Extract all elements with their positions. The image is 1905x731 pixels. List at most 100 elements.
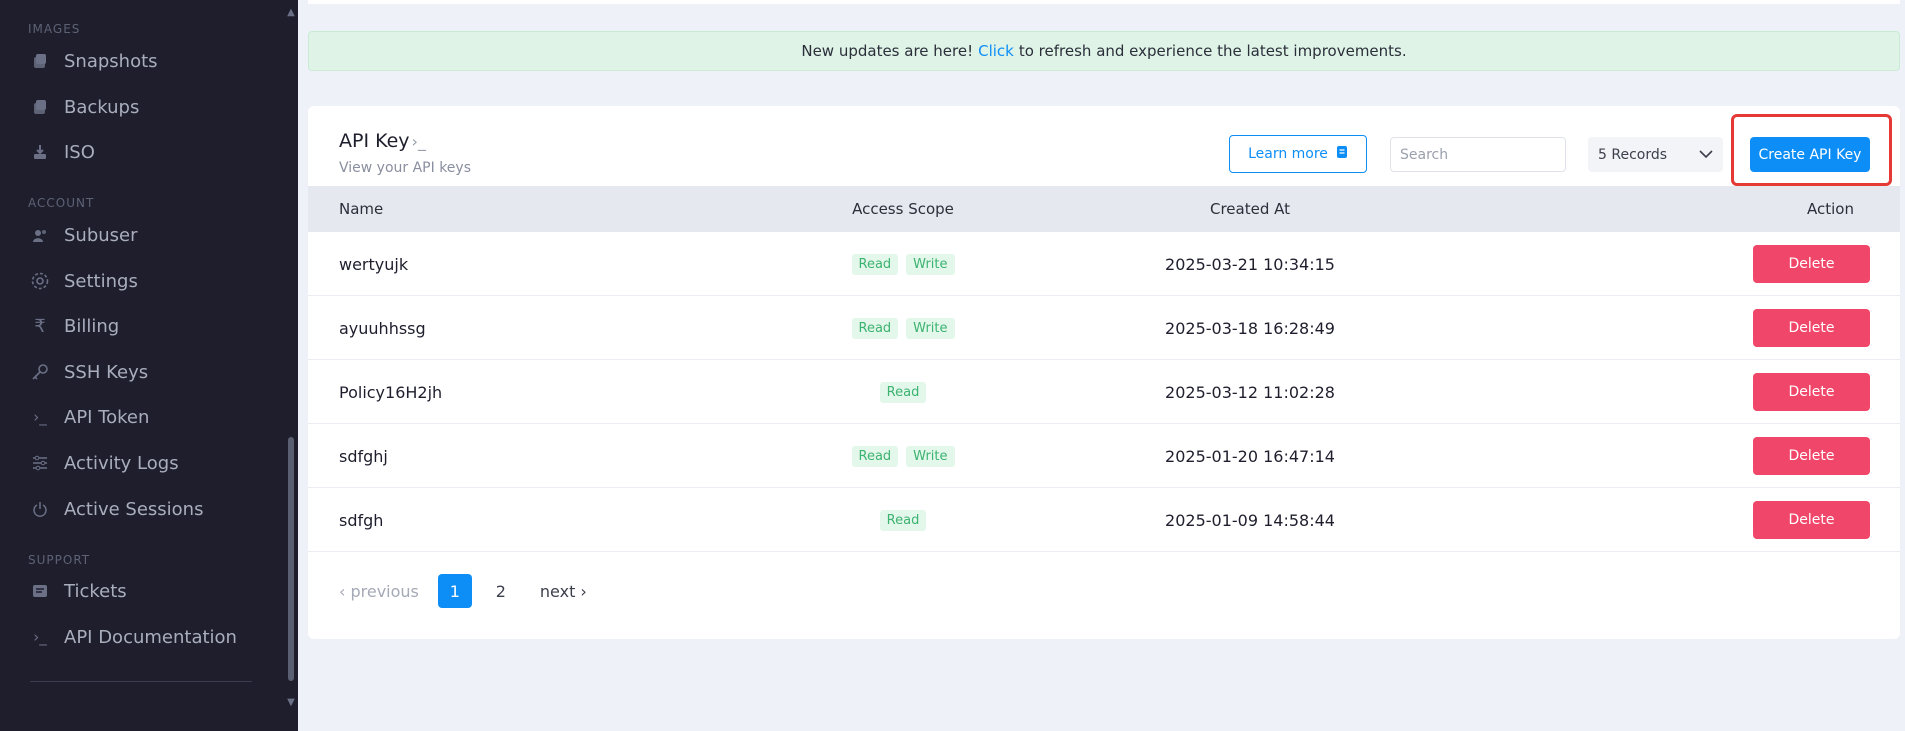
table-row: sdfghj Read Write 2025-01-20 16:47:14 De…	[308, 424, 1900, 488]
scope-badge-read: Read	[879, 509, 927, 531]
banner-text-after: to refresh and experience the latest imp…	[1018, 42, 1407, 60]
iso-icon	[28, 140, 52, 164]
page-1-button[interactable]: 1	[437, 574, 472, 608]
created-at: 2025-03-12 11:02:28	[1165, 382, 1335, 402]
terminal-icon: ›_	[33, 408, 47, 426]
sidebar-item-backups[interactable]: Backups	[28, 87, 139, 127]
created-at: 2025-03-21 10:34:15	[1165, 254, 1335, 274]
sidebar-item-ssh-keys[interactable]: SSH Keys	[28, 352, 148, 392]
sidebar-item-api-token[interactable]: ›_ API Token	[28, 397, 149, 437]
access-scope: Read Write	[770, 232, 1036, 296]
update-banner: New updates are here! Click to refresh a…	[308, 31, 1900, 71]
created-at: 2025-03-18 16:28:49	[1165, 318, 1335, 338]
table-header: Name Access Scope Created At Action	[308, 186, 1900, 232]
key-name: sdfghj	[339, 446, 388, 466]
scope-badge-write: Write	[906, 445, 955, 467]
sidebar-item-iso[interactable]: ISO	[28, 132, 95, 172]
key-name: Policy16H2jh	[339, 382, 443, 402]
sidebar-scrollbar[interactable]	[288, 437, 294, 681]
sidebar-item-label: API Documentation	[64, 626, 237, 648]
sidebar-item-active-sessions[interactable]: Active Sessions	[28, 489, 203, 529]
sidebar-item-label: Tickets	[64, 580, 127, 602]
table-row: Policy16H2jh Read 2025-03-12 11:02:28 De…	[308, 360, 1900, 424]
gear-icon	[28, 269, 52, 293]
terminal-prompt-icon: ›_	[411, 132, 426, 151]
sidebar-item-label: SSH Keys	[64, 361, 149, 383]
api-key-card: API Key ›_ View your API keys Learn more…	[308, 106, 1900, 639]
access-scope: Read	[770, 488, 1036, 552]
delete-button[interactable]: Delete	[1753, 501, 1870, 539]
column-header-name: Name	[339, 200, 384, 218]
banner-refresh-link[interactable]: Click	[978, 42, 1014, 60]
sidebar-item-label: Subuser	[64, 224, 138, 246]
learn-more-label: Learn more	[1248, 146, 1328, 162]
pagination: ‹ previous 1 2 next ›	[339, 573, 587, 609]
scroll-up-arrow-icon[interactable]: ▲	[285, 8, 297, 18]
sidebar-item-tickets[interactable]: Tickets	[28, 571, 127, 611]
page-subtitle: View your API keys	[339, 160, 472, 176]
access-scope: Read Write	[770, 424, 1036, 488]
sliders-icon	[28, 451, 52, 475]
scope-badge-read: Read	[879, 381, 927, 403]
access-scope: Read	[770, 360, 1036, 424]
column-header-action: Action	[1807, 200, 1854, 218]
scope-badge-write: Write	[906, 317, 955, 339]
delete-button[interactable]: Delete	[1753, 309, 1870, 347]
section-label-account: ACCOUNT	[28, 196, 95, 210]
sidebar-item-billing[interactable]: ₹ Billing	[28, 306, 119, 346]
scope-badge-read: Read	[851, 253, 899, 275]
backup-icon	[28, 95, 52, 119]
created-at: 2025-01-20 16:47:14	[1165, 446, 1335, 466]
create-api-key-button[interactable]: Create API Key	[1750, 137, 1870, 172]
delete-button[interactable]: Delete	[1753, 245, 1870, 283]
table-row: wertyujk Read Write 2025-03-21 10:34:15 …	[308, 232, 1900, 296]
delete-button[interactable]: Delete	[1753, 437, 1870, 475]
ticket-icon	[28, 579, 52, 603]
records-select-value: 5 Records	[1598, 146, 1668, 163]
column-header-created-at: Created At	[1209, 200, 1290, 218]
subuser-icon	[28, 223, 52, 247]
sidebar-item-api-documentation[interactable]: ›_ API Documentation	[28, 617, 237, 657]
key-name: ayuuhhssg	[339, 318, 426, 338]
scope-badge-write: Write	[906, 253, 955, 275]
sidebar-item-label: API Token	[64, 406, 150, 428]
scope-badge-read: Read	[851, 445, 899, 467]
sidebar-item-label: Active Sessions	[64, 498, 204, 520]
previous-page-link[interactable]: ‹ previous	[339, 582, 419, 601]
table-row: ayuuhhssg Read Write 2025-03-18 16:28:49…	[308, 296, 1900, 360]
terminal-icon: ›_	[33, 628, 47, 646]
sidebar-item-settings[interactable]: Settings	[28, 261, 138, 301]
section-label-images: IMAGES	[28, 22, 81, 36]
delete-button[interactable]: Delete	[1753, 373, 1870, 411]
records-per-page-select[interactable]: 5 Records	[1588, 137, 1723, 172]
banner-text: New updates are here!	[801, 42, 974, 60]
created-at: 2025-01-09 14:58:44	[1165, 510, 1335, 530]
next-page-link[interactable]: next ›	[540, 582, 587, 601]
page-2-button[interactable]: 2	[484, 574, 518, 608]
section-label-support: SUPPORT	[28, 553, 91, 567]
search-input[interactable]	[1390, 137, 1566, 172]
sidebar-divider	[30, 681, 252, 682]
access-scope: Read Write	[770, 296, 1036, 360]
sidebar-item-activity-logs[interactable]: Activity Logs	[28, 443, 179, 483]
scope-badge-read: Read	[851, 317, 899, 339]
power-icon	[28, 497, 52, 521]
column-header-access-scope: Access Scope	[852, 200, 954, 218]
page-title-text: API Key	[339, 130, 410, 152]
key-name: wertyujk	[339, 254, 409, 274]
page-title: API Key ›_	[339, 130, 426, 152]
chevron-down-icon	[1699, 147, 1713, 163]
top-strip	[308, 0, 1900, 4]
sidebar-item-label: Billing	[64, 315, 120, 337]
sidebar-item-label: Snapshots	[64, 50, 158, 72]
key-name: sdfgh	[339, 510, 384, 530]
sidebar-item-snapshots[interactable]: Snapshots	[28, 41, 158, 81]
key-icon	[28, 360, 52, 384]
learn-more-button[interactable]: Learn more	[1229, 135, 1367, 173]
sidebar-item-subuser[interactable]: Subuser	[28, 215, 138, 255]
rupee-icon: ₹	[34, 315, 46, 337]
sidebar-item-label: ISO	[64, 141, 95, 163]
scroll-down-arrow-icon[interactable]: ▼	[285, 698, 297, 708]
document-icon	[1336, 145, 1348, 163]
table-row: sdfgh Read 2025-01-09 14:58:44 Delete	[308, 488, 1900, 552]
